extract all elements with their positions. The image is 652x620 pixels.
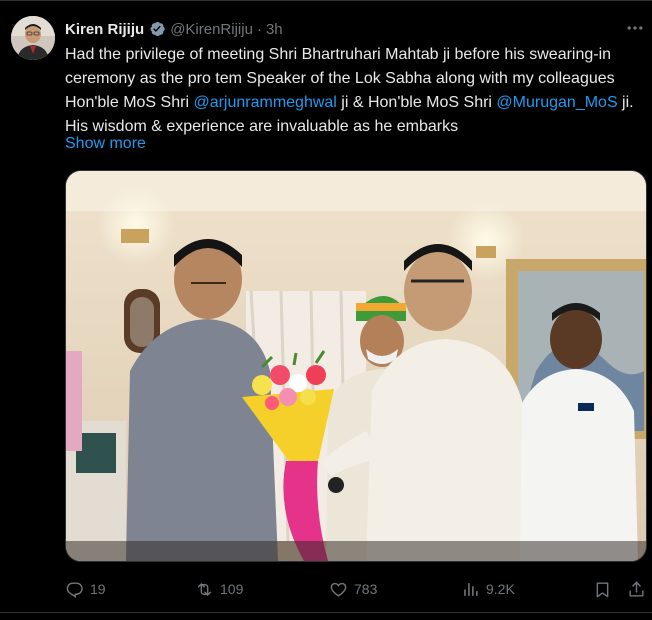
header-separator: · [256, 20, 262, 38]
views-button[interactable]: 9.2K [461, 576, 515, 602]
heart-icon [330, 582, 347, 597]
mention-link[interactable]: @Murugan_MoS [496, 94, 617, 111]
avatar-image [11, 16, 55, 60]
top-divider [0, 0, 652, 1]
verified-badge-icon[interactable] [148, 20, 166, 38]
author-handle[interactable]: @KirenRijiju [170, 21, 253, 38]
tweet-photo[interactable] [65, 170, 647, 562]
reply-button[interactable]: 19 [65, 576, 106, 602]
author-avatar[interactable] [11, 16, 55, 60]
reply-count: 19 [90, 581, 106, 597]
retweet-count: 109 [220, 581, 244, 597]
mention-link[interactable]: @arjunrammeghwal [193, 94, 336, 111]
tweet-text: Had the privilege of meeting Shri Bhartr… [65, 43, 645, 139]
reply-icon [66, 581, 83, 598]
like-count: 783 [354, 581, 378, 597]
retweet-icon [197, 582, 212, 596]
tweet-header: Kiren Rijiju @KirenRijiju · 3h [65, 18, 283, 40]
bottom-divider [0, 612, 652, 613]
show-more-link[interactable]: Show more [65, 132, 146, 156]
tweet-card[interactable]: Kiren Rijiju @KirenRijiju · 3h Had the p… [0, 0, 652, 620]
bookmark-icon [596, 581, 609, 597]
retweet-button[interactable]: 109 [195, 576, 243, 602]
tweet-text-part: ji & Hon'ble MoS Shri [336, 94, 497, 111]
views-chart-icon [464, 582, 478, 596]
author-name[interactable]: Kiren Rijiju [65, 21, 144, 38]
like-button[interactable]: 783 [329, 576, 377, 602]
share-icon [629, 581, 644, 597]
share-button[interactable] [627, 576, 652, 602]
more-options-icon[interactable] [623, 18, 647, 38]
photo-meeting-scene [66, 171, 646, 561]
tweet-timestamp[interactable]: 3h [266, 21, 283, 38]
action-bar: 19 109 783 9.2K [65, 576, 647, 602]
views-count: 9.2K [486, 581, 515, 597]
bookmark-button[interactable] [593, 576, 618, 602]
